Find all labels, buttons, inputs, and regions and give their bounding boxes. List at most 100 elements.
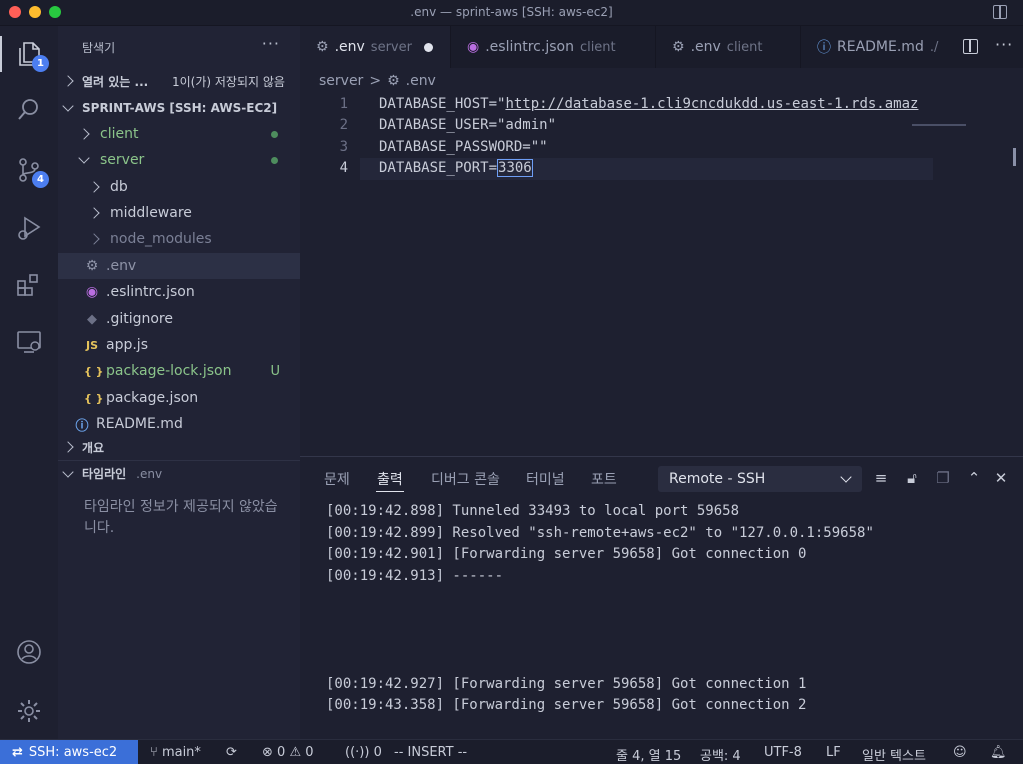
- feedback-icon[interactable]: ☺: [953, 745, 967, 760]
- tab-description: client: [579, 39, 616, 55]
- folder-label-server: server: [100, 152, 145, 168]
- tree-file-gitignore[interactable]: ◆ .gitignore: [58, 306, 300, 332]
- activity-bar: 1 4: [0, 26, 58, 739]
- timeline-section[interactable]: 타임라인 .env: [58, 460, 300, 486]
- scm-badge: 4: [32, 171, 49, 188]
- editor-actions: ···: [953, 26, 1023, 68]
- file-label-env: .env: [106, 258, 137, 274]
- chevron-down-icon: [840, 471, 852, 483]
- code-line-2: DATABASE_USER="admin": [379, 117, 557, 133]
- split-editor-icon[interactable]: [963, 39, 978, 54]
- manage-gear-icon[interactable]: [13, 695, 45, 727]
- search-icon[interactable]: [13, 94, 45, 126]
- open-editors-label: 열려 있는 ...: [82, 74, 149, 89]
- output-channel-select[interactable]: Remote - SSH: [658, 466, 862, 492]
- timeline-file: .env: [136, 466, 163, 481]
- tab-output[interactable]: 출력: [377, 469, 403, 489]
- branch-status[interactable]: ⑂ main*: [150, 745, 201, 760]
- chevron-right-icon: [62, 75, 74, 87]
- line-number: 3: [339, 139, 348, 155]
- breadcrumb-file[interactable]: .env: [406, 73, 436, 89]
- eslint-icon: ◉: [467, 39, 480, 55]
- breadcrumb-folder[interactable]: server: [319, 73, 363, 89]
- tree-folder-middleware[interactable]: middleware: [58, 200, 300, 226]
- indentation[interactable]: 공백: 4: [700, 745, 741, 764]
- close-panel-icon[interactable]: ✕: [992, 469, 1010, 487]
- remote-explorer-icon[interactable]: [13, 326, 45, 358]
- tree-folder-node-modules[interactable]: node_modules: [58, 226, 300, 252]
- layout-icon[interactable]: [993, 5, 1007, 19]
- tree-folder-db[interactable]: db: [58, 174, 300, 200]
- cursor-position[interactable]: 줄 4, 열 15: [616, 745, 681, 764]
- scrollbar-marker[interactable]: [1013, 148, 1016, 166]
- tree-file-appjs[interactable]: JS app.js: [58, 332, 300, 358]
- clear-output-icon[interactable]: ≡: [872, 469, 890, 487]
- tab-ports[interactable]: 포트: [591, 469, 617, 489]
- javascript-icon: JS: [85, 338, 98, 352]
- tab-terminal[interactable]: 터미널: [526, 469, 565, 489]
- json-icon: { }: [84, 391, 104, 405]
- code-editor[interactable]: 1 2 3 4 DATABASE_HOST="http://database-1…: [300, 94, 1023, 456]
- branch-label: main*: [161, 745, 201, 760]
- title-bar: .env — sprint-aws [SSH: aws-ec2]: [0, 0, 1023, 26]
- code-line-4: DATABASE_PORT=3306: [379, 159, 533, 177]
- output-line: [00:19:42.913] ------: [326, 568, 504, 584]
- tab-description: ./: [929, 39, 939, 55]
- tab-env-server[interactable]: ⚙ .env server: [300, 26, 450, 68]
- info-icon: ⓘ: [75, 418, 89, 434]
- code-link[interactable]: http://database-1.cli9cncdukdd.us-east-1…: [505, 96, 918, 112]
- folder-label-middleware: middleware: [110, 205, 192, 221]
- tree-file-env[interactable]: ⚙ .env: [58, 253, 300, 279]
- output-line: [00:19:42.901] [Forwarding server 59658]…: [326, 546, 807, 562]
- open-in-editor-icon[interactable]: ❐: [934, 469, 952, 487]
- workspace-section[interactable]: SPRINT-AWS [SSH: AWS-EC2]: [58, 95, 300, 121]
- tab-env-client[interactable]: ⚙ .env client: [655, 26, 800, 68]
- sync-icon[interactable]: ⟳: [226, 745, 237, 760]
- tree-folder-client[interactable]: client: [58, 121, 300, 147]
- tree-file-package-json[interactable]: { } package.json: [58, 385, 300, 411]
- explorer-sidebar: 탐색기 ··· 열려 있는 ... 1이(가) 저장되지 않음 SPRINT-A…: [58, 26, 300, 739]
- maximize-panel-icon[interactable]: ⌃: [965, 469, 983, 487]
- workspace-title: SPRINT-AWS [SSH: AWS-EC2]: [82, 101, 278, 115]
- unsaved-dot-icon[interactable]: [423, 42, 433, 52]
- run-debug-icon[interactable]: [13, 212, 45, 244]
- sidebar-title: 탐색기: [82, 41, 116, 55]
- ports-status[interactable]: ((·)) 0: [345, 745, 382, 760]
- tab-problems[interactable]: 문제: [324, 469, 350, 489]
- outline-section[interactable]: 개요: [58, 434, 300, 460]
- chevron-right-icon: [88, 233, 100, 245]
- tab-readme[interactable]: ⓘ README.md ./: [800, 26, 953, 68]
- tab-label: .eslintrc.json: [485, 39, 574, 55]
- tab-eslintrc-client[interactable]: ◉ .eslintrc.json client: [450, 26, 655, 68]
- code-text: DATABASE_PORT=: [379, 160, 498, 176]
- more-actions-icon[interactable]: ···: [262, 34, 280, 53]
- lock-scroll-icon[interactable]: 🔓︎: [903, 469, 921, 487]
- source-control-icon[interactable]: 4: [13, 154, 49, 188]
- explorer-icon[interactable]: 1: [13, 38, 49, 72]
- more-actions-icon[interactable]: ···: [995, 35, 1013, 54]
- open-editors-section[interactable]: 열려 있는 ... 1이(가) 저장되지 않음: [58, 68, 300, 94]
- json-icon: { }: [84, 364, 104, 378]
- window-title: .env — sprint-aws [SSH: aws-ec2]: [410, 5, 613, 19]
- output-panel: 문제 출력 디버그 콘솔 터미널 포트 Remote - SSH ≡ 🔓︎ ❐ …: [300, 456, 1023, 739]
- end-of-line[interactable]: LF: [826, 745, 841, 760]
- language-mode[interactable]: 일반 텍스트: [862, 745, 926, 764]
- extensions-icon[interactable]: [13, 269, 45, 301]
- tree-file-eslintrc[interactable]: ◉ .eslintrc.json: [58, 279, 300, 305]
- line-number: 4: [339, 160, 348, 176]
- chevron-down-icon: [62, 100, 74, 112]
- untracked-badge: U: [270, 363, 280, 379]
- notifications-bell-icon[interactable]: 🔔︎: [990, 745, 1007, 760]
- encoding[interactable]: UTF-8: [764, 745, 802, 760]
- output-line: [00:19:42.899] Resolved "ssh-remote+aws-…: [326, 525, 874, 541]
- minimap[interactable]: [912, 124, 966, 126]
- tab-label: README.md: [837, 39, 924, 55]
- tree-file-package-lock[interactable]: { } package-lock.json U: [58, 358, 300, 384]
- broadcast-icon: ((·)): [345, 745, 374, 760]
- tree-folder-server[interactable]: server: [58, 147, 300, 173]
- remote-indicator[interactable]: ⇄ SSH: aws-ec2: [0, 740, 138, 764]
- breadcrumb: server > ⚙ .env: [300, 68, 1023, 94]
- accounts-icon[interactable]: [13, 636, 45, 668]
- tab-debug-console[interactable]: 디버그 콘솔: [431, 469, 500, 489]
- problems-status[interactable]: ⊗ 0 ⚠ 0: [262, 745, 314, 760]
